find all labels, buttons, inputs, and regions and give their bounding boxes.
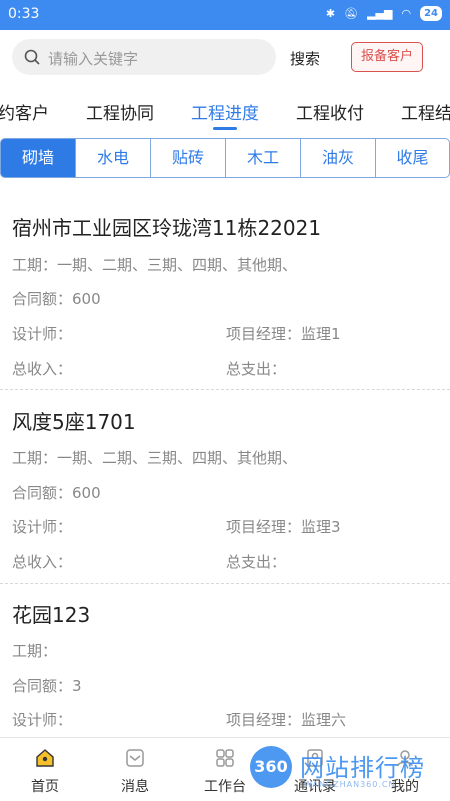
project-manager: 项目经理：监理3 <box>226 518 341 536</box>
report-customer-button[interactable]: 报备客户 <box>351 42 423 72</box>
home-icon <box>36 749 54 767</box>
nav-home-label: 首页 <box>31 779 59 795</box>
subtab-masonry[interactable]: 砌墙 <box>0 138 76 178</box>
project-card[interactable]: 宿州市工业园区玲珑湾11栋22021 工期：一期、二期、三期、四期、其他期、 合… <box>0 196 450 390</box>
project-income: 总收入： <box>12 360 73 378</box>
project-card[interactable]: 风度5座1701 工期：一期、二期、三期、四期、其他期、 合同额：600 设计师… <box>0 390 450 584</box>
bluetooth-icon: ✱ <box>325 7 336 20</box>
tab-collaboration[interactable]: 工程协同 <box>86 99 154 124</box>
active-tab-indicator <box>213 127 237 130</box>
search-placeholder: 请输入关键字 <box>48 50 139 68</box>
project-manager: 项目经理：监理1 <box>226 325 341 343</box>
subtab-tiling[interactable]: 贴砖 <box>150 138 226 178</box>
project-period: 工期：一期、二期、三期、四期、其他期、 <box>12 256 298 274</box>
search-row: 请输入关键字 搜索 报备客户 <box>0 30 450 85</box>
nav-messages[interactable]: 消息 <box>90 738 180 801</box>
battery-icon: 24 <box>420 6 442 21</box>
project-card[interactable]: 花园123 工期： 合同额：3 设计师： 项目经理：监理六 <box>0 584 450 744</box>
project-designer: 设计师： <box>12 711 73 729</box>
search-input[interactable]: 请输入关键字 <box>12 39 276 75</box>
subtab-painting[interactable]: 油灰 <box>300 138 376 178</box>
watermark-logo: 360 网站排行榜 WANGZHAN360.CN <box>248 742 450 800</box>
watermark-text: 网站排行榜 <box>300 754 425 782</box>
tab-payments[interactable]: 工程收付 <box>296 99 364 124</box>
status-icons: ✱ 🔕︎ ▂▄▆ ◠ 24 <box>326 6 442 21</box>
search-icon <box>24 49 40 65</box>
project-contract: 合同额：600 <box>12 290 101 308</box>
grid-icon <box>216 749 234 767</box>
subtab-plumbing[interactable]: 水电 <box>75 138 151 178</box>
status-bar: 0:33 ✱ 🔕︎ ▂▄▆ ◠ 24 <box>0 0 450 30</box>
message-icon <box>126 749 144 767</box>
watermark-subtext: WANGZHAN360.CN <box>304 780 396 789</box>
project-title: 风度5座1701 <box>12 410 136 434</box>
project-period: 工期： <box>12 642 58 660</box>
project-designer: 设计师： <box>12 518 73 536</box>
tab-progress[interactable]: 工程进度 <box>191 99 259 124</box>
project-income: 总收入： <box>12 553 73 571</box>
watermark-badge: 360 <box>250 746 292 788</box>
tab-settlement[interactable]: 工程结 <box>401 99 450 124</box>
status-time: 0:33 <box>8 6 40 22</box>
project-contract: 合同额：3 <box>12 677 82 695</box>
signal-icon: ▂▄▆ <box>367 7 393 20</box>
subtab-carpentry[interactable]: 木工 <box>225 138 301 178</box>
project-designer: 设计师： <box>12 325 73 343</box>
project-expense: 总支出： <box>226 553 287 571</box>
project-title: 花园123 <box>12 603 91 627</box>
project-contract: 合同额：600 <box>12 484 101 502</box>
project-manager: 项目经理：监理六 <box>226 711 347 729</box>
wifi-icon: ◠ <box>401 7 412 20</box>
main-tabs: 约客户 工程协同 工程进度 工程收付 工程结 <box>0 85 450 130</box>
project-period: 工期：一期、二期、三期、四期、其他期、 <box>12 449 298 467</box>
project-title: 宿州市工业园区玲珑湾11栋22021 <box>12 216 322 240</box>
phase-tabs: 砌墙 水电 贴砖 木工 油灰 收尾 <box>0 138 450 178</box>
nav-home[interactable]: 首页 <box>0 738 90 801</box>
mute-icon: 🔕︎ <box>344 7 359 20</box>
subtab-finishing[interactable]: 收尾 <box>375 138 450 178</box>
nav-messages-label: 消息 <box>121 779 149 795</box>
project-expense: 总支出： <box>226 360 287 378</box>
tab-customers[interactable]: 约客户 <box>0 99 49 124</box>
search-button[interactable]: 搜索 <box>290 48 320 69</box>
